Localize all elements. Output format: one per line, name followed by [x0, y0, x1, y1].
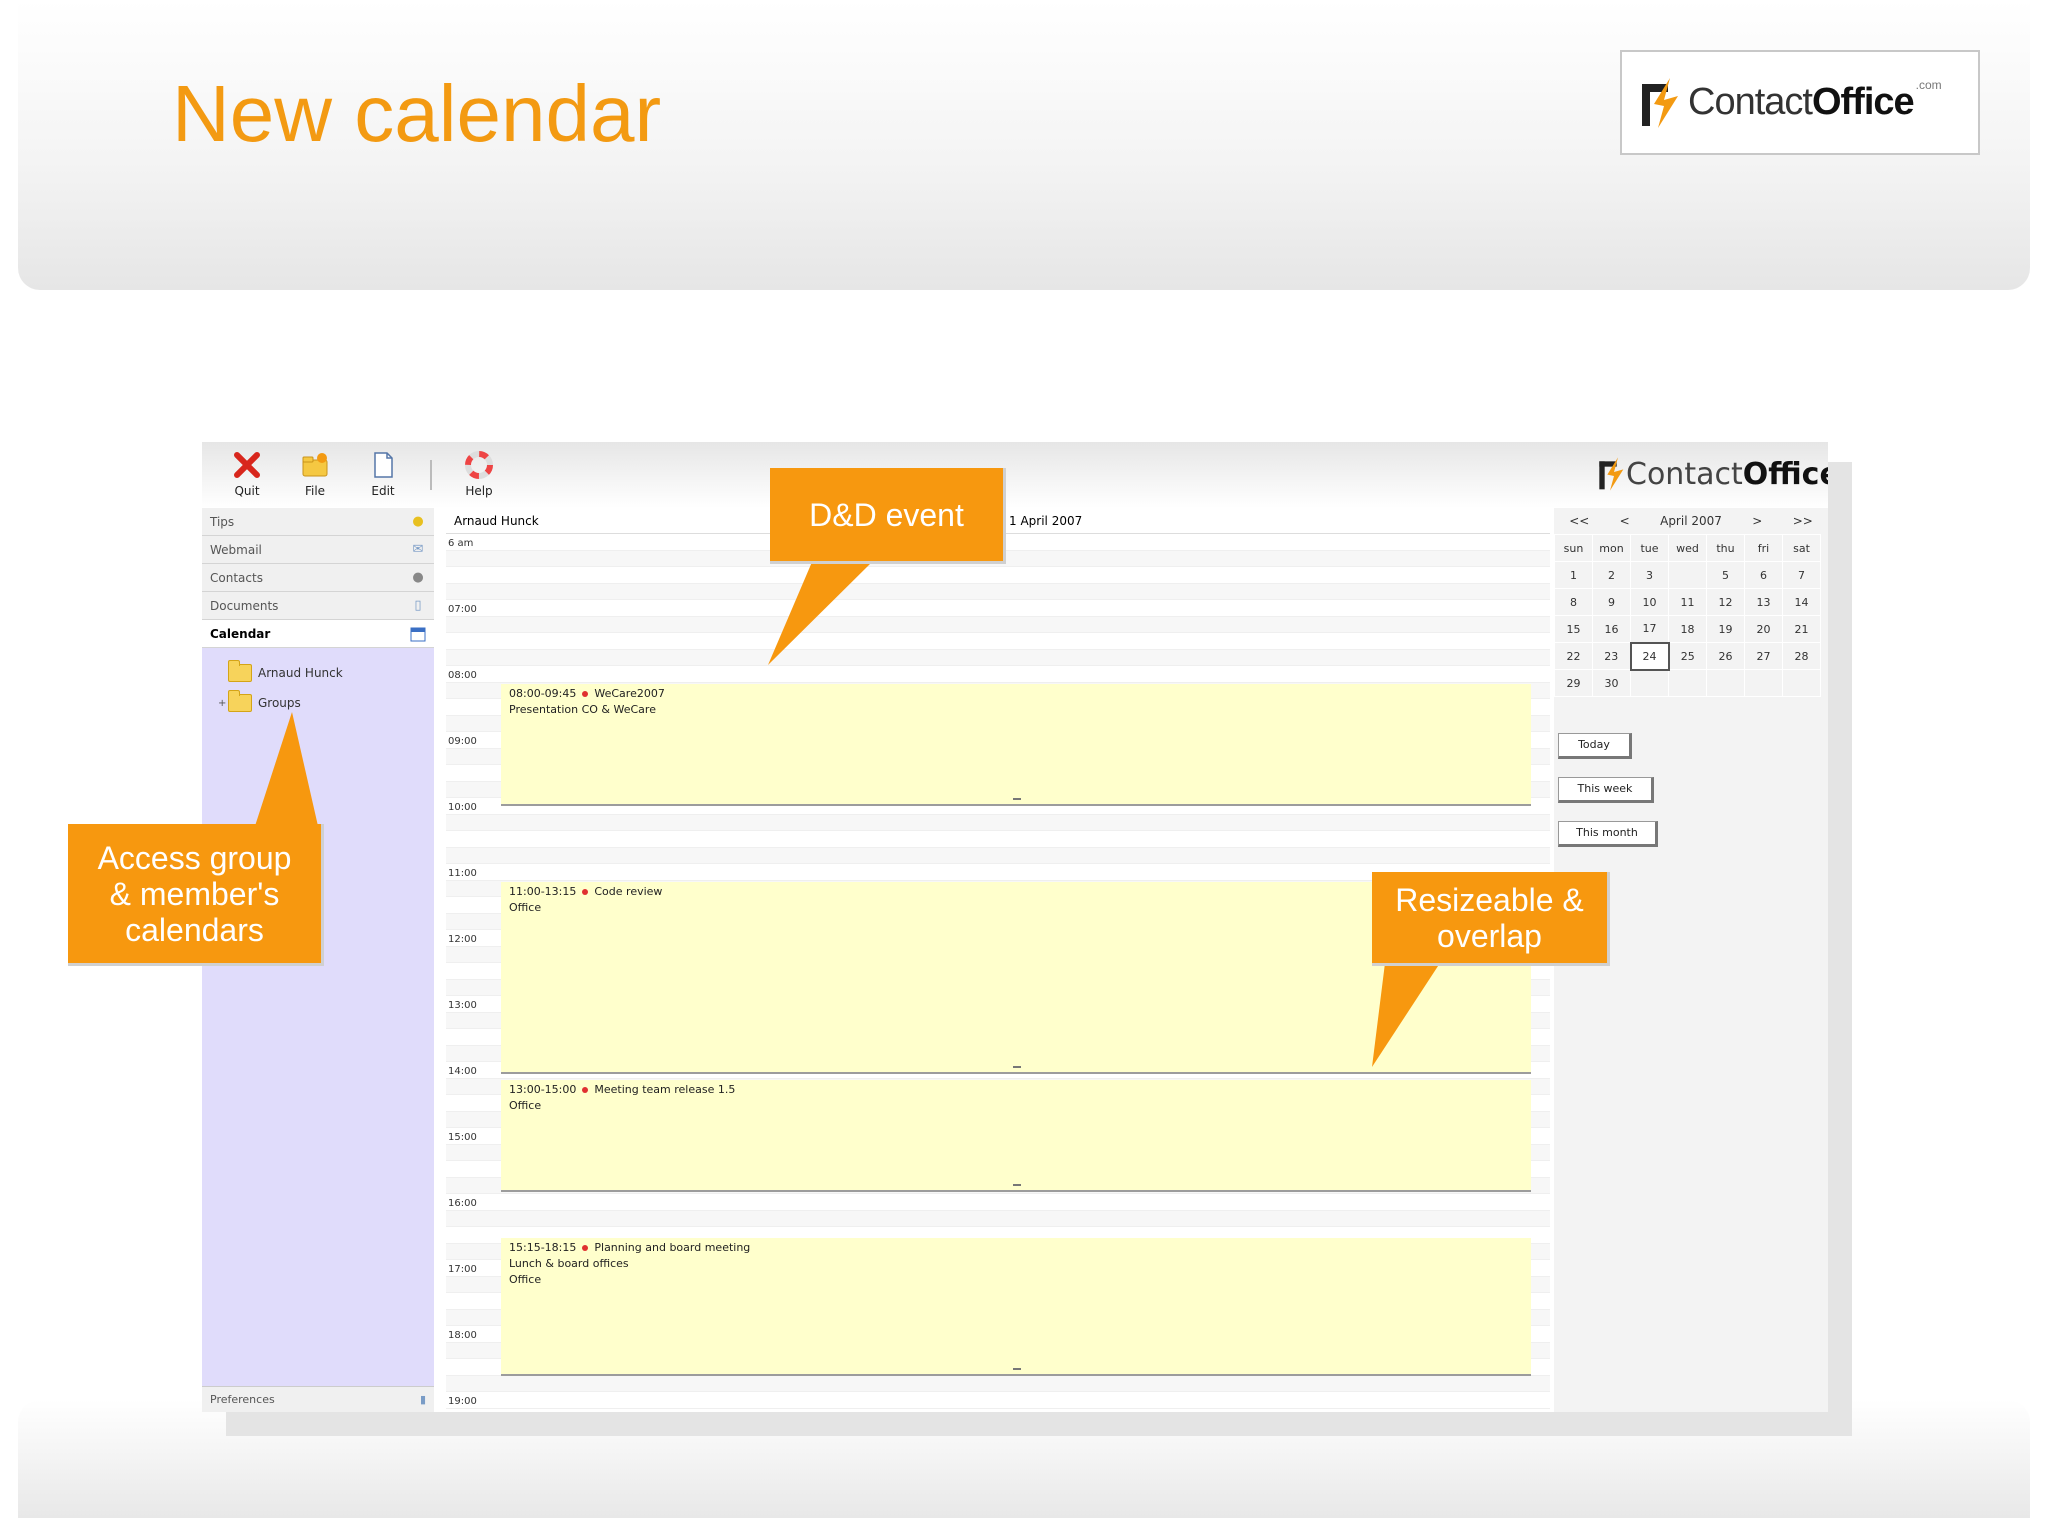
access-callout-tail [255, 712, 318, 826]
callout-dnd-event: D&D event [770, 468, 1006, 564]
callout-text: D&D event [809, 496, 964, 533]
callout-tails [255, 562, 1440, 1067]
callout-line: Resizeable & [1395, 881, 1584, 918]
callout-line: & member's [109, 875, 280, 912]
callout-line: calendars [125, 911, 264, 948]
callout-line: Access group [97, 839, 292, 876]
resize-callout-tail [1372, 963, 1440, 1067]
callout-access-group: Access group & member's calendars [68, 824, 324, 966]
callout-line: overlap [1437, 917, 1542, 954]
callout-resizeable: Resizeable & overlap [1372, 872, 1610, 966]
dnd-callout-tail [768, 562, 872, 665]
